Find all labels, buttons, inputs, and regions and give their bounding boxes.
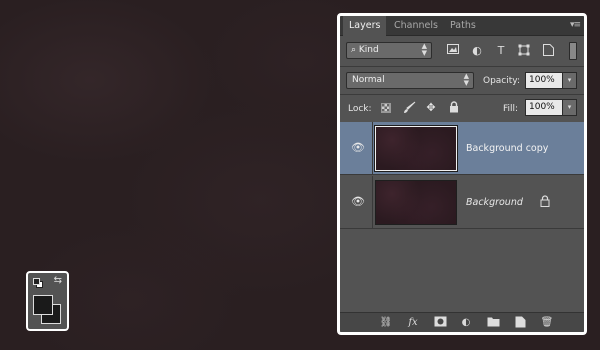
foreground-color-swatch[interactable] — [33, 295, 53, 315]
layer-name[interactable]: Background copy — [466, 143, 548, 154]
fill-label: Fill: — [503, 104, 519, 114]
eye-icon[interactable]: 👁 — [351, 142, 365, 154]
filter-kind-label: Kind — [358, 45, 379, 55]
layer-name[interactable]: Background — [466, 197, 523, 208]
opacity-label: Opacity: — [483, 76, 520, 86]
lock-position-move-icon[interactable]: ✥ — [424, 101, 438, 115]
lock-all-icon[interactable] — [447, 101, 461, 115]
swap-colors-icon[interactable]: ⇆ — [54, 276, 62, 286]
adjustment-layer-icon[interactable]: ◐ — [458, 316, 474, 330]
shape-filter-icon[interactable] — [517, 44, 531, 57]
layer-row-background[interactable]: 👁 Background — [340, 176, 584, 229]
default-colors-icon[interactable] — [33, 278, 43, 288]
layer-row-background-copy[interactable]: 👁 Background copy — [340, 122, 584, 175]
lock-image-pixels-brush-icon[interactable] — [402, 101, 416, 115]
add-mask-icon[interactable] — [432, 316, 448, 330]
panel-footer: ⛓ fx ◐ 🗑 — [340, 312, 584, 332]
blend-mode-select[interactable]: Normal ▲ ▼ — [346, 72, 474, 89]
pixel-filter-icon[interactable] — [446, 44, 460, 57]
layer-thumbnail — [374, 125, 458, 172]
tab-layers[interactable]: Layers — [343, 16, 387, 36]
visibility-cell[interactable]: 👁 — [340, 176, 373, 228]
layer-thumbnail — [375, 180, 457, 225]
opacity-field[interactable]: 100% — [525, 72, 563, 89]
layer-lock-icon[interactable] — [539, 195, 551, 209]
lock-label: Lock: — [348, 104, 372, 114]
layers-list: 👁 Background copy 👁 Background — [340, 122, 584, 314]
tab-channels[interactable]: Channels — [388, 16, 444, 36]
adjustment-filter-icon[interactable]: ◐ — [470, 44, 484, 57]
filter-toggle-switch[interactable] — [569, 42, 577, 60]
panel-tab-bar: Layers Channels Paths ▾≡ — [340, 16, 584, 36]
smart-object-filter-icon[interactable] — [541, 44, 555, 57]
type-filter-icon[interactable]: T — [494, 44, 508, 57]
fill-dropdown-arrow-icon[interactable]: ▾ — [563, 99, 577, 116]
visibility-cell[interactable]: 👁 — [340, 122, 373, 174]
new-layer-icon[interactable] — [512, 316, 528, 330]
divider — [340, 66, 584, 67]
select-arrows-icon: ▲ ▼ — [421, 42, 427, 57]
tab-paths[interactable]: Paths — [444, 16, 482, 36]
fill-field[interactable]: 100% — [525, 99, 563, 116]
layer-filter-row: ⌕ Kind ▲ ▼ ◐ T — [340, 38, 584, 64]
new-group-folder-icon[interactable] — [485, 316, 501, 330]
panel-menu-icon[interactable]: ▾≡ — [570, 20, 581, 30]
color-swatches: ⇆ — [26, 271, 69, 331]
delete-layer-trash-icon[interactable]: 🗑 — [539, 316, 555, 330]
select-arrows-icon: ▲ ▼ — [463, 72, 469, 87]
blend-row: Normal ▲ ▼ Opacity: 100% ▾ — [340, 69, 584, 93]
lock-row: Lock: ✥ Fill: 100% ▾ — [340, 97, 584, 121]
eye-icon[interactable]: 👁 — [351, 196, 365, 208]
lock-transparent-pixels-icon[interactable] — [379, 101, 393, 115]
blend-mode-label: Normal — [352, 75, 385, 85]
link-layers-icon[interactable]: ⛓ — [378, 316, 394, 330]
divider — [340, 94, 584, 95]
layers-panel: Layers Channels Paths ▾≡ ⌕ Kind ▲ ▼ ◐ T N… — [337, 13, 587, 335]
search-icon: ⌕ — [351, 45, 359, 55]
filter-kind-select[interactable]: ⌕ Kind ▲ ▼ — [346, 42, 432, 59]
opacity-dropdown-arrow-icon[interactable]: ▾ — [563, 72, 577, 89]
layer-style-fx-icon[interactable]: fx — [405, 316, 421, 330]
